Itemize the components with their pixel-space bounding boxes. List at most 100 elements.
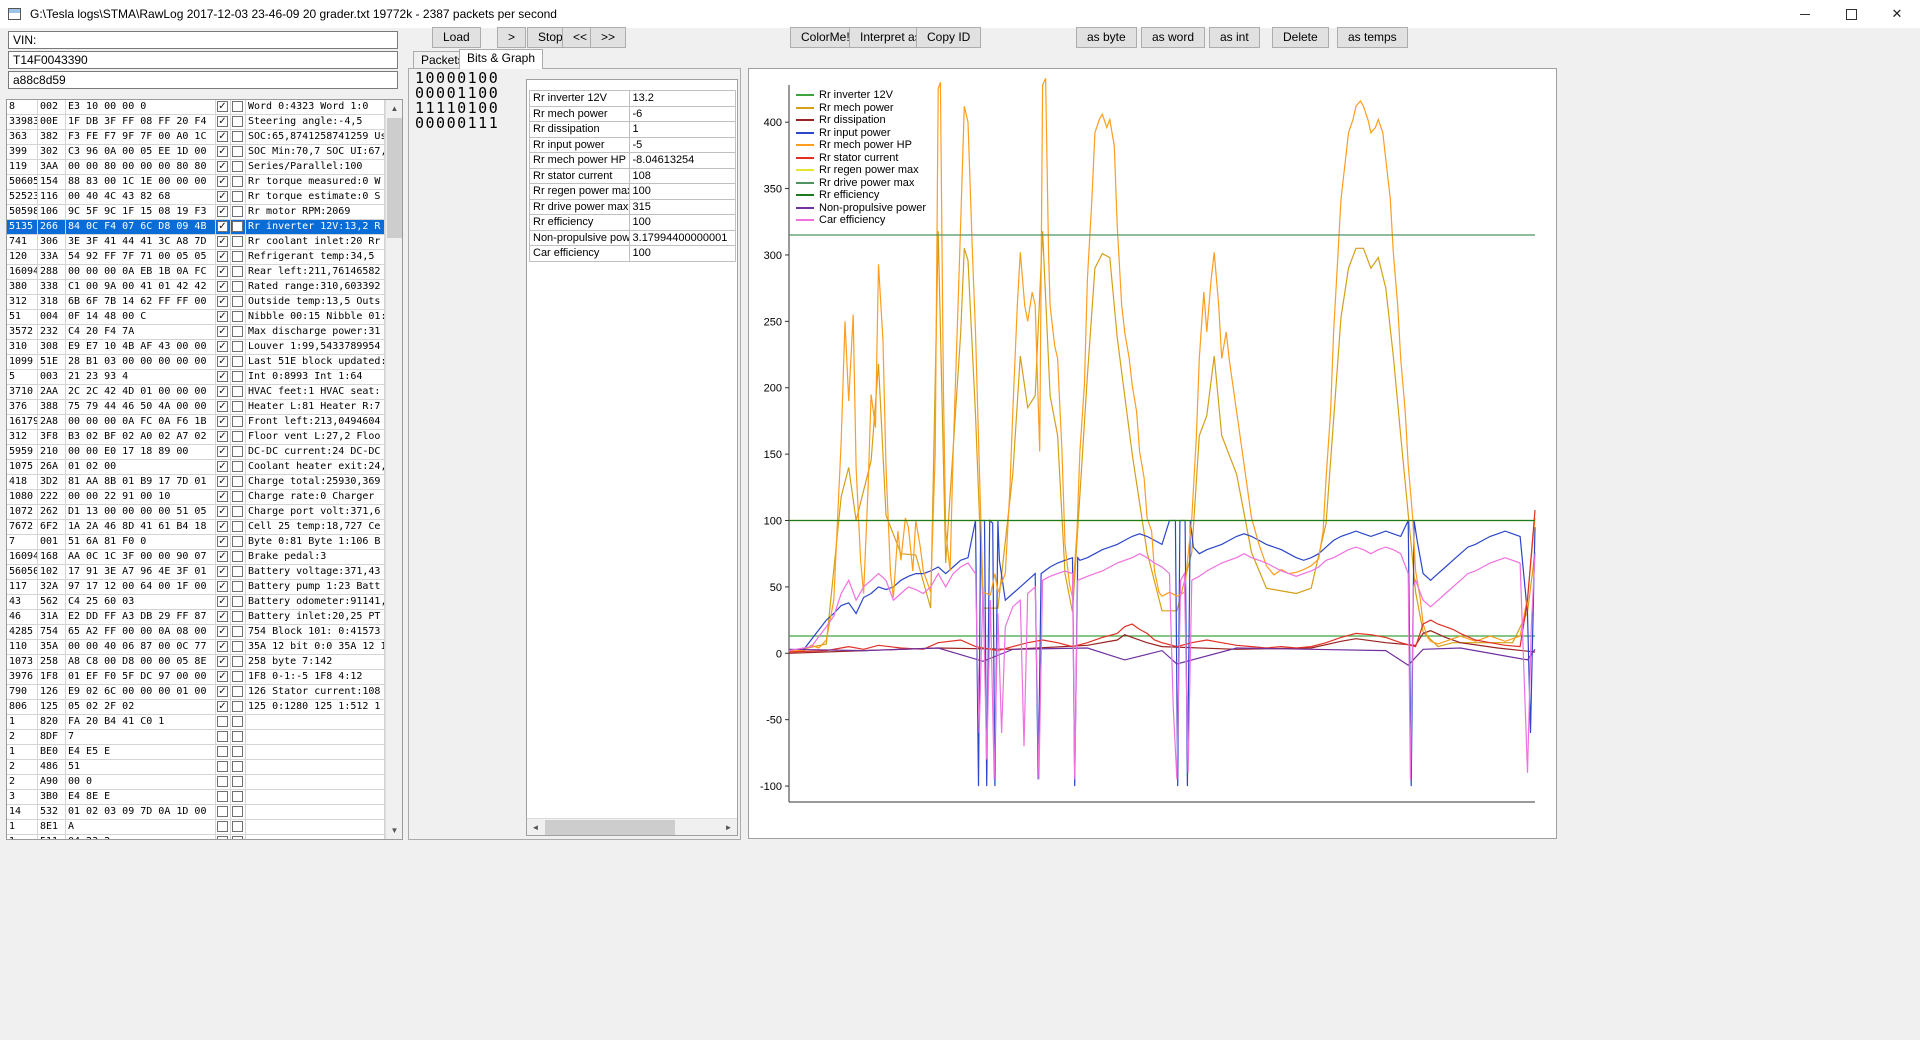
table-row[interactable]: 43 562 C4 25 60 03 ✓ Battery odometer:91141, xyxy=(7,595,385,610)
tab-bits-and-graph[interactable]: Bits & Graph xyxy=(459,49,544,69)
signal-panel-scrollbar[interactable]: ◄ ► xyxy=(527,818,737,835)
secondary-checkbox[interactable] xyxy=(232,806,243,817)
scroll-right-icon[interactable]: ► xyxy=(720,819,737,836)
signal-row[interactable]: Rr regen power max 100 xyxy=(530,184,736,200)
table-row[interactable]: 376 388 75 79 44 46 50 4A 00 00 ✓ Heater L:8… xyxy=(7,400,385,415)
as-byte-button[interactable]: as byte xyxy=(1076,27,1137,48)
table-row[interactable]: 1072 262 D1 13 00 00 00 00 51 05 ✓ Charge po… xyxy=(7,505,385,520)
table-row[interactable]: 33983 00E 1F DB 3F FF 08 FF 20 F4 ✓ Steering… xyxy=(7,115,385,130)
signal-row[interactable]: Rr efficiency 100 xyxy=(530,215,736,231)
table-row[interactable]: 4285 754 65 A2 FF 00 00 0A 08 00 ✓ 754 Block… xyxy=(7,625,385,640)
scroll-down-icon[interactable]: ▼ xyxy=(386,822,402,839)
secondary-checkbox[interactable] xyxy=(232,716,243,727)
secondary-checkbox[interactable] xyxy=(232,206,243,217)
graph-checkbox[interactable]: ✓ xyxy=(217,551,228,562)
table-row[interactable]: 741 306 3E 3F 41 44 41 3C A8 7D ✓ Rr coolant… xyxy=(7,235,385,250)
bits-row[interactable]: 00000111 xyxy=(415,116,499,131)
secondary-checkbox[interactable] xyxy=(232,761,243,772)
graph-checkbox[interactable]: ✓ xyxy=(217,101,228,112)
table-row[interactable]: 399 302 C3 96 0A 00 05 EE 1D 00 ✓ SOC Min:70… xyxy=(7,145,385,160)
secondary-checkbox[interactable] xyxy=(232,191,243,202)
secondary-checkbox[interactable] xyxy=(232,356,243,367)
signal-row[interactable]: Rr dissipation 1 xyxy=(530,122,736,138)
table-row[interactable]: 1075 26A 01 02 00 ✓ Coolant heater exit:24, xyxy=(7,460,385,475)
table-row[interactable]: 418 3D2 81 AA 8B 01 B9 17 7D 01 ✓ Charge tot… xyxy=(7,475,385,490)
secondary-checkbox[interactable] xyxy=(232,266,243,277)
signal-row[interactable]: Rr drive power max 315 xyxy=(530,199,736,215)
graph-checkbox[interactable]: ✓ xyxy=(217,701,228,712)
graph-checkbox[interactable]: ✓ xyxy=(217,596,228,607)
maximize-button[interactable] xyxy=(1828,0,1874,28)
secondary-checkbox[interactable] xyxy=(232,776,243,787)
secondary-checkbox[interactable] xyxy=(232,536,243,547)
minimize-button[interactable] xyxy=(1782,0,1828,28)
packet-grid-scrollbar[interactable]: ▲ ▼ xyxy=(385,100,402,839)
table-row[interactable]: 380 338 C1 00 9A 00 41 01 42 42 ✓ Rated rang… xyxy=(7,280,385,295)
graph-checkbox[interactable]: ✓ xyxy=(217,386,228,397)
secondary-checkbox[interactable] xyxy=(232,161,243,172)
table-row[interactable]: 8 002 E3 10 00 00 0 ✓ Word 0:4323 Word 1:0 xyxy=(7,100,385,115)
signal-row[interactable]: Rr input power -5 xyxy=(530,137,736,153)
secondary-checkbox[interactable] xyxy=(232,641,243,652)
table-row[interactable]: 1099 51E 28 B1 03 00 00 00 00 00 ✓ Last 51E … xyxy=(7,355,385,370)
secondary-checkbox[interactable] xyxy=(232,656,243,667)
graph-checkbox[interactable] xyxy=(217,761,228,772)
signal-row[interactable]: Rr stator current 108 xyxy=(530,168,736,184)
graph-checkbox[interactable]: ✓ xyxy=(217,281,228,292)
graph-checkbox[interactable]: ✓ xyxy=(217,641,228,652)
secondary-checkbox[interactable] xyxy=(232,686,243,697)
secondary-checkbox[interactable] xyxy=(232,236,243,247)
secondary-checkbox[interactable] xyxy=(232,731,243,742)
table-row[interactable]: 119 3AA 00 00 80 00 00 00 80 80 ✓ Series/Par… xyxy=(7,160,385,175)
table-row[interactable]: 16094 168 AA 0C 1C 3F 00 00 90 07 ✓ Brake pe… xyxy=(7,550,385,565)
copy-id-button[interactable]: Copy ID xyxy=(916,27,982,48)
secondary-checkbox[interactable] xyxy=(232,371,243,382)
secondary-checkbox[interactable] xyxy=(232,476,243,487)
secondary-checkbox[interactable] xyxy=(232,506,243,517)
graph-checkbox[interactable]: ✓ xyxy=(217,416,228,427)
graph-checkbox[interactable]: ✓ xyxy=(217,251,228,262)
signal-row[interactable]: Car efficiency 100 xyxy=(530,246,736,262)
table-row[interactable]: 1 BE0 E4 E5 E xyxy=(7,745,385,760)
close-button[interactable]: ✕ xyxy=(1874,0,1920,28)
delete-button[interactable]: Delete xyxy=(1272,27,1329,48)
secondary-checkbox[interactable] xyxy=(232,581,243,592)
graph-checkbox[interactable]: ✓ xyxy=(217,611,228,622)
table-row[interactable]: 310 308 E9 E7 10 4B AF 43 00 00 ✓ Louver 1:9… xyxy=(7,340,385,355)
secondary-checkbox[interactable] xyxy=(232,596,243,607)
table-row[interactable]: 50598 106 9C 5F 9C 1F 15 08 19 F3 ✓ Rr motor… xyxy=(7,205,385,220)
secondary-checkbox[interactable] xyxy=(232,281,243,292)
table-row[interactable]: 14 532 01 02 03 09 7D 0A 1D 00 xyxy=(7,805,385,820)
secondary-checkbox[interactable] xyxy=(232,521,243,532)
secondary-checkbox[interactable] xyxy=(232,386,243,397)
graph-checkbox[interactable]: ✓ xyxy=(217,491,228,502)
secondary-checkbox[interactable] xyxy=(232,701,243,712)
graph-checkbox[interactable]: ✓ xyxy=(217,431,228,442)
secondary-checkbox[interactable] xyxy=(232,401,243,412)
as-int-button[interactable]: as int xyxy=(1209,27,1260,48)
secondary-checkbox[interactable] xyxy=(232,431,243,442)
graph-checkbox[interactable] xyxy=(217,821,228,832)
graph-checkbox[interactable]: ✓ xyxy=(217,446,228,457)
table-row[interactable]: 56050 102 17 91 3E A7 96 4E 3F 01 ✓ Battery … xyxy=(7,565,385,580)
secondary-checkbox[interactable] xyxy=(232,296,243,307)
secondary-checkbox[interactable] xyxy=(232,101,243,112)
graph-checkbox[interactable] xyxy=(217,731,228,742)
table-row[interactable]: 117 32A 97 17 12 00 64 00 1F 00 ✓ Battery pu… xyxy=(7,580,385,595)
graph-checkbox[interactable]: ✓ xyxy=(217,506,228,517)
secondary-checkbox[interactable] xyxy=(232,566,243,577)
secondary-checkbox[interactable] xyxy=(232,626,243,637)
secondary-checkbox[interactable] xyxy=(232,446,243,457)
table-row[interactable]: 2 A90 00 0 xyxy=(7,775,385,790)
graph-checkbox[interactable] xyxy=(217,791,228,802)
graph-checkbox[interactable]: ✓ xyxy=(217,401,228,412)
graph-checkbox[interactable]: ✓ xyxy=(217,626,228,637)
graph-checkbox[interactable]: ✓ xyxy=(217,356,228,367)
table-row[interactable]: 52523 116 00 40 4C 43 82 68 ✓ Rr torque esti… xyxy=(7,190,385,205)
graph-checkbox[interactable]: ✓ xyxy=(217,191,228,202)
secondary-checkbox[interactable] xyxy=(232,311,243,322)
graph-checkbox[interactable]: ✓ xyxy=(217,581,228,592)
table-row[interactable]: 3572 232 C4 20 F4 7A ✓ Max discharge power:3… xyxy=(7,325,385,340)
step-button[interactable]: > xyxy=(497,27,527,48)
forward-button[interactable]: >> xyxy=(590,27,627,48)
